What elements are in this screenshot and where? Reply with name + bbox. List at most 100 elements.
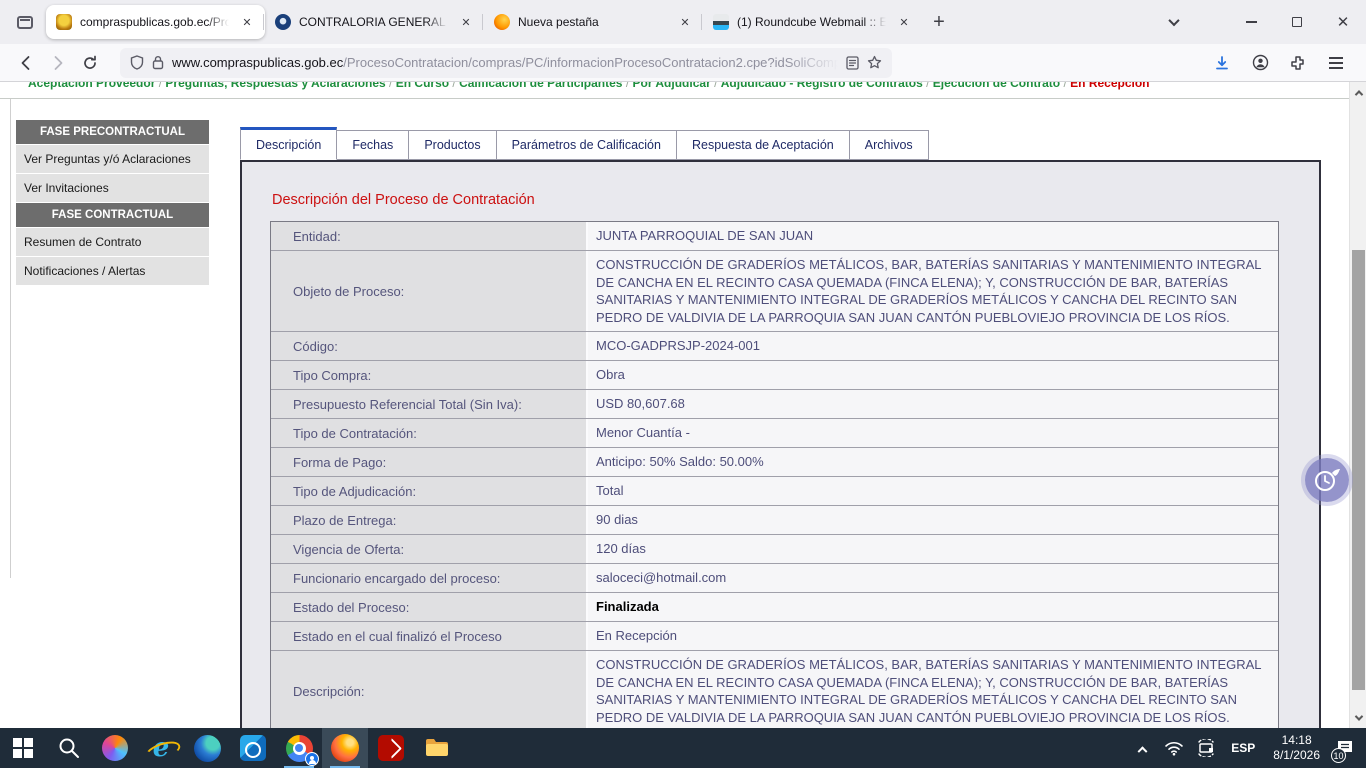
- row-label: Código:: [271, 332, 588, 360]
- tray-time: 14:18: [1282, 733, 1312, 748]
- firefox-view-button[interactable]: [8, 7, 42, 37]
- address-bar[interactable]: www.compraspublicas.gob.ec/ProcesoContra…: [120, 48, 892, 78]
- sidebar-entry[interactable]: Notificaciones / Alertas: [16, 257, 209, 285]
- browser-tabstrip: compraspublicas.gob.ec/Proces CONTRALORI…: [0, 0, 1366, 44]
- language-indicator[interactable]: ESP: [1223, 728, 1263, 768]
- tab-favicon-icon: [494, 14, 510, 30]
- bookmark-star-icon[interactable]: [867, 55, 882, 70]
- close-button[interactable]: ✕: [1320, 0, 1366, 44]
- process-tab[interactable]: Productos: [409, 130, 496, 160]
- menu-icon[interactable]: [1320, 48, 1352, 78]
- tray-expand-chevron-icon[interactable]: [1127, 728, 1157, 768]
- new-tab-button[interactable]: [924, 7, 954, 37]
- notifications-icon[interactable]: 10: [1330, 728, 1360, 768]
- row-value: saloceci@hotmail.com: [588, 564, 1278, 592]
- reload-button[interactable]: [74, 48, 106, 78]
- page-left-border: [10, 98, 11, 578]
- firefox-icon[interactable]: [322, 728, 368, 768]
- row-label: Estado del Proceso:: [271, 593, 588, 621]
- row-value: Finalizada: [588, 593, 1278, 621]
- row-label: Vigencia de Oferta:: [271, 535, 588, 563]
- copilot-icon[interactable]: [92, 728, 138, 768]
- table-row: Descripción: CONSTRUCCIÓN DE GRADERÍOS M…: [271, 651, 1278, 728]
- tab-close-icon[interactable]: [894, 12, 914, 32]
- screen: compraspublicas.gob.ec/Proces CONTRALORI…: [0, 0, 1366, 768]
- row-label: Estado en el cual finalizó el Proceso: [271, 622, 588, 650]
- row-label: Objeto de Proceso:: [271, 251, 588, 331]
- browser-tab[interactable]: (1) Roundcube Webmail :: Entra: [703, 5, 922, 39]
- clock[interactable]: 14:18 8/1/2026: [1265, 733, 1328, 763]
- breadcrumb-item[interactable]: Preguntas, Respuestas y Aclaraciones: [165, 82, 395, 90]
- tab-close-icon[interactable]: [456, 12, 476, 32]
- browser-tab[interactable]: Nueva pestaña: [484, 5, 703, 39]
- scroll-down-arrow[interactable]: [1350, 709, 1366, 726]
- row-value: Obra: [588, 361, 1278, 389]
- sidebar-entry[interactable]: Ver Preguntas y/ó Aclaraciones: [16, 145, 209, 173]
- sidebar-entry[interactable]: Ver Invitaciones: [16, 174, 209, 202]
- webpage: Aceptación ProveedorPreguntas, Respuesta…: [0, 82, 1366, 728]
- process-tabs: DescripciónFechasProductosParámetros de …: [240, 127, 929, 160]
- tab-list-chevron-icon[interactable]: [1156, 0, 1192, 44]
- extensions-icon[interactable]: [1282, 48, 1314, 78]
- row-value: Anticipo: 50% Saldo: 50.00%: [588, 448, 1278, 476]
- lock-icon[interactable]: [152, 55, 164, 70]
- sidebar-entry[interactable]: Resumen de Contrato: [16, 228, 209, 256]
- divider: [0, 98, 1349, 99]
- table-row: Tipo Compra: Obra: [271, 361, 1278, 390]
- browser-tab[interactable]: compraspublicas.gob.ec/Proces: [46, 5, 265, 39]
- taskbar-search-icon[interactable]: [46, 728, 92, 768]
- breadcrumb-item[interactable]: En Recepción: [1070, 82, 1149, 90]
- breadcrumb-item[interactable]: Ejecución de Contrato: [933, 82, 1070, 90]
- breadcrumb-item[interactable]: Por Adjudicar: [633, 82, 721, 90]
- row-value: 120 días: [588, 535, 1278, 563]
- row-label: Forma de Pago:: [271, 448, 588, 476]
- tab-title: compraspublicas.gob.ec/Proces: [80, 15, 229, 29]
- row-value: 90 dias: [588, 506, 1278, 534]
- tab-close-icon[interactable]: [237, 12, 257, 32]
- page-scrollbar[interactable]: [1349, 82, 1366, 728]
- scrollbar-thumb[interactable]: [1352, 250, 1365, 690]
- breadcrumb-item[interactable]: Calificación de Participantes: [459, 82, 632, 90]
- tracking-shield-icon[interactable]: [130, 55, 144, 70]
- floating-timer-widget[interactable]: [1305, 458, 1349, 502]
- process-tab[interactable]: Archivos: [850, 130, 929, 160]
- row-label: Entidad:: [271, 222, 588, 250]
- table-row: Entidad: JUNTA PARROQUIAL DE SAN JUAN: [271, 222, 1278, 251]
- chrome-profile-badge: [305, 752, 319, 766]
- outlook-icon[interactable]: [230, 728, 276, 768]
- chrome-icon[interactable]: [276, 728, 322, 768]
- start-button[interactable]: [0, 728, 46, 768]
- browser-tab[interactable]: CONTRALORIA GENERAL DEL ES: [265, 5, 484, 39]
- tab-close-icon[interactable]: [675, 12, 695, 32]
- tab-favicon-icon: [275, 14, 291, 30]
- process-info-table: Entidad: JUNTA PARROQUIAL DE SAN JUAN Ob…: [270, 221, 1279, 728]
- process-tab[interactable]: Fechas: [337, 130, 409, 160]
- reader-view-icon[interactable]: [846, 56, 859, 70]
- breadcrumb-item[interactable]: Aceptación Proveedor: [28, 82, 165, 90]
- acrobat-icon[interactable]: [368, 728, 414, 768]
- maximize-button[interactable]: [1274, 0, 1320, 44]
- file-explorer-icon[interactable]: [414, 728, 460, 768]
- account-icon[interactable]: [1244, 48, 1276, 78]
- url-text: www.compraspublicas.gob.ec/ProcesoContra…: [172, 55, 838, 70]
- back-button[interactable]: [10, 48, 42, 78]
- process-tab[interactable]: Descripción: [240, 127, 337, 160]
- process-tab[interactable]: Parámetros de Calificación: [497, 130, 677, 160]
- table-row: Presupuesto Referencial Total (Sin Iva):…: [271, 390, 1278, 419]
- taskbar: ESP 14:18 8/1/2026 10: [0, 728, 1366, 768]
- connect-display-icon[interactable]: [1191, 728, 1221, 768]
- minimize-button[interactable]: [1228, 0, 1274, 44]
- process-tab[interactable]: Respuesta de Aceptación: [677, 130, 850, 160]
- internet-explorer-icon[interactable]: [138, 728, 184, 768]
- tab-title: Nueva pestaña: [518, 15, 667, 29]
- firefox-view-icon: [17, 16, 33, 29]
- scroll-up-arrow[interactable]: [1350, 84, 1366, 101]
- downloads-icon[interactable]: [1206, 48, 1238, 78]
- sidebar-entry: FASE CONTRACTUAL: [16, 203, 209, 227]
- breadcrumb-item[interactable]: Adjudicado - Registro de Contratos: [721, 82, 933, 90]
- tab-favicon-icon: [56, 14, 72, 30]
- edge-icon[interactable]: [184, 728, 230, 768]
- breadcrumb-item[interactable]: En Curso: [396, 82, 459, 90]
- wifi-icon[interactable]: [1159, 728, 1189, 768]
- forward-button[interactable]: [42, 48, 74, 78]
